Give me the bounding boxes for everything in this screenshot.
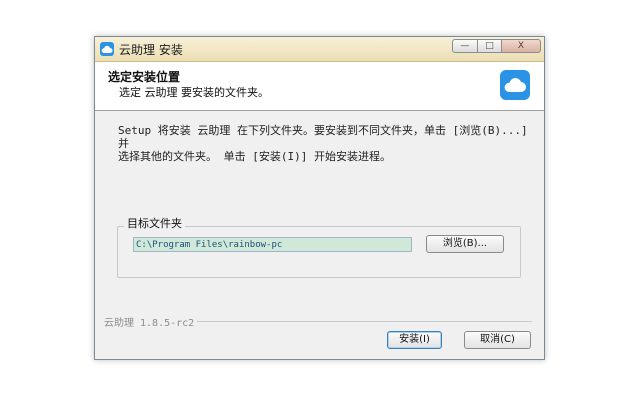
browse-button[interactable]: 浏览(B)... bbox=[426, 235, 504, 253]
cancel-button[interactable]: 取消(C) bbox=[464, 331, 531, 349]
description-text: Setup 将安装 云助理 在下列文件夹。要安装到不同文件夹，单击 [浏览(B)… bbox=[118, 124, 528, 163]
version-label: 云助理 1.8.5-rc2 bbox=[104, 318, 195, 329]
close-button[interactable]: X bbox=[501, 39, 541, 53]
header-panel: 选定安装位置 选定 云助理 要安装的文件夹。 bbox=[95, 62, 544, 111]
maximize-button[interactable]: □ bbox=[477, 39, 502, 53]
cloud-icon bbox=[100, 42, 114, 56]
page-subtitle: 选定 云助理 要安装的文件夹。 bbox=[119, 86, 269, 99]
footer-divider bbox=[197, 321, 532, 322]
page-title: 选定安装位置 bbox=[108, 70, 181, 84]
installer-window: 云助理 安装 — □ X 选定安装位置 选定 云助理 要安装的文件夹。 Setu… bbox=[94, 36, 545, 360]
install-button[interactable]: 安装(I) bbox=[387, 331, 442, 349]
title-bar[interactable]: 云助理 安装 — □ X bbox=[95, 37, 544, 62]
description-line-2: 选择其他的文件夹。 单击 [安装(I)] 开始安装进程。 bbox=[118, 150, 391, 163]
cloud-logo-icon bbox=[500, 70, 530, 100]
target-folder-label: 目标文件夹 bbox=[124, 215, 185, 231]
description-line-1: Setup 将安装 云助理 在下列文件夹。要安装到不同文件夹，单击 [浏览(B)… bbox=[118, 124, 528, 150]
install-path-input[interactable] bbox=[133, 237, 412, 252]
minimize-button[interactable]: — bbox=[452, 39, 478, 53]
window-title: 云助理 安装 bbox=[119, 43, 183, 57]
